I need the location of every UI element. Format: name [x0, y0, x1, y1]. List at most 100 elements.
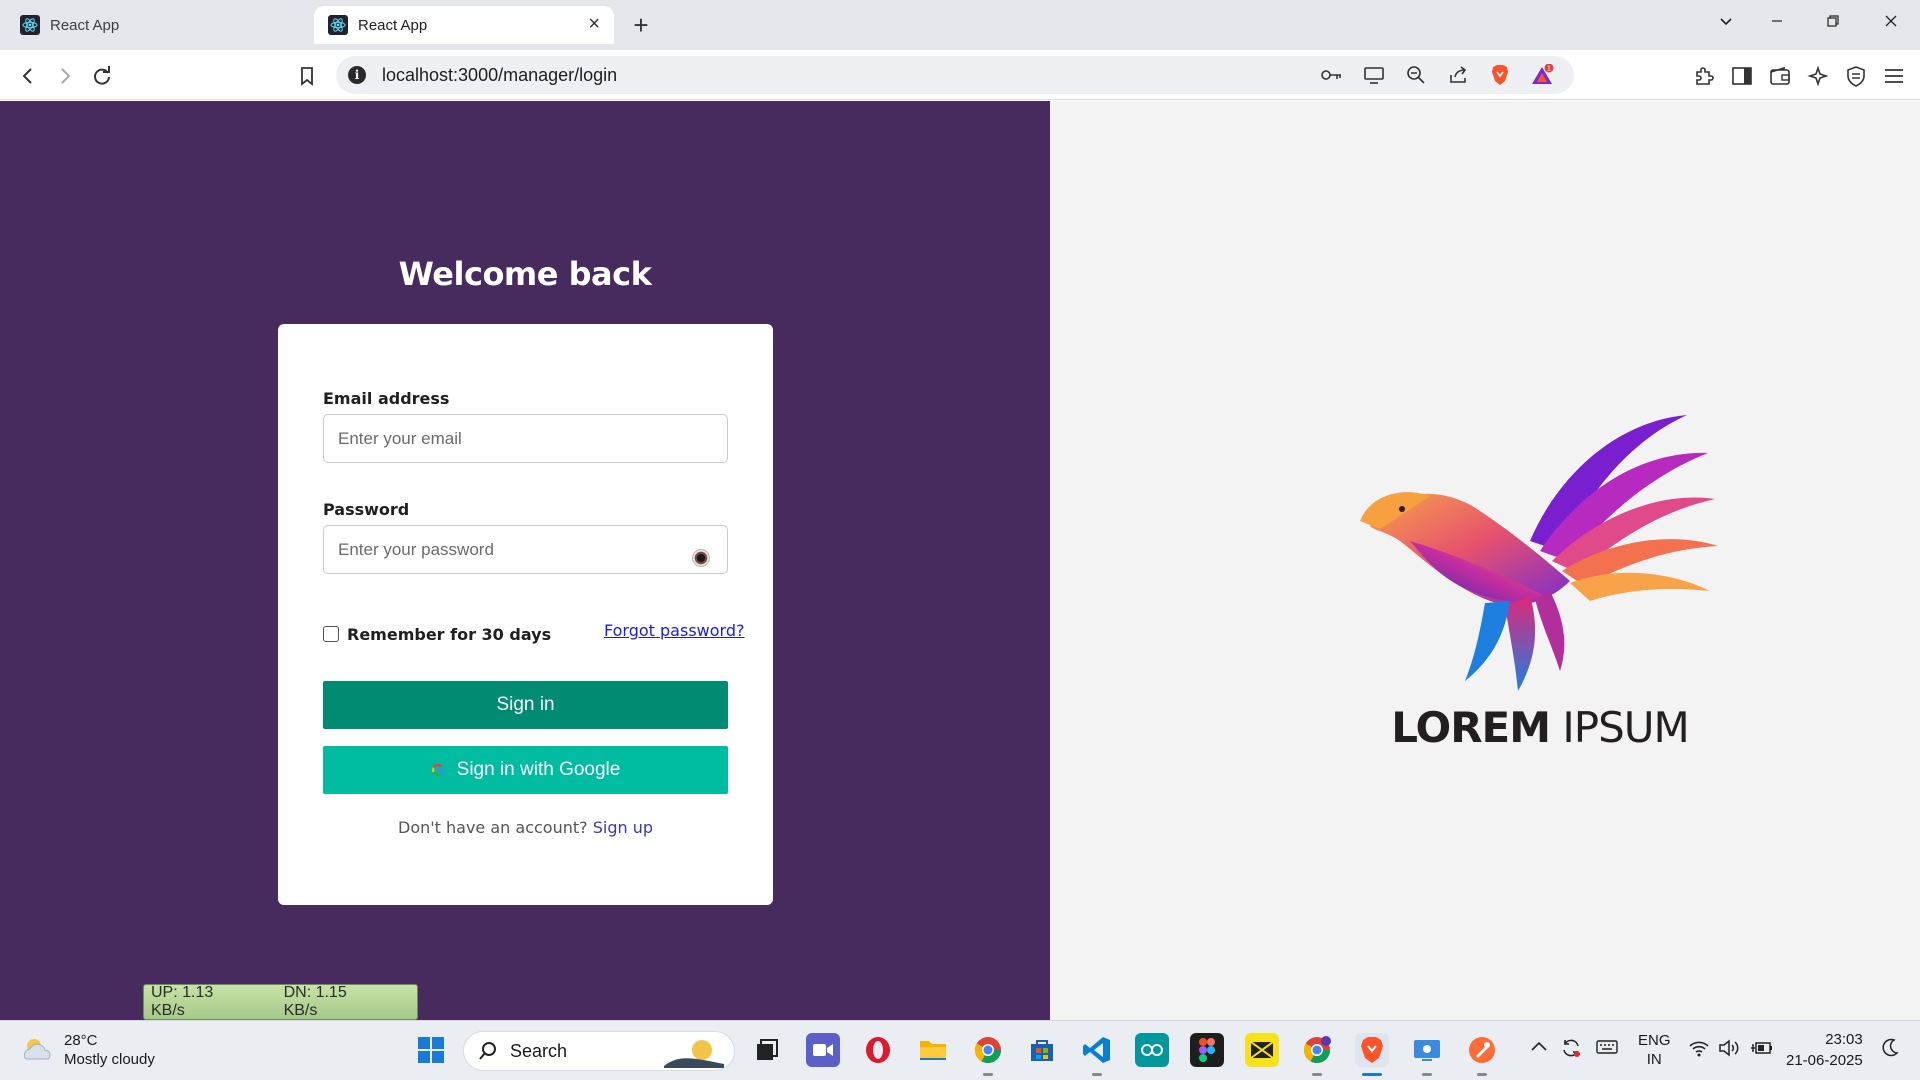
- volume-icon[interactable]: [1718, 1039, 1740, 1061]
- sign-in-label: Sign in: [496, 694, 555, 715]
- brave-browser-icon[interactable]: [1355, 1033, 1389, 1067]
- close-tab-icon[interactable]: ×: [588, 14, 600, 34]
- tab-bar: React App React App × +: [0, 0, 1920, 50]
- quiet-mode-moon-icon[interactable]: [1880, 1037, 1900, 1063]
- react-icon: [328, 15, 348, 35]
- cloudy-weather-icon: [23, 1039, 51, 1060]
- email-field[interactable]: [323, 414, 728, 463]
- signup-prompt-line: Don't have an account? Sign up: [278, 818, 773, 837]
- new-tab-button[interactable]: +: [626, 10, 656, 40]
- vpn-shield-icon[interactable]: [1842, 62, 1870, 90]
- tab-title: React App: [358, 16, 428, 34]
- language-indicator[interactable]: ENG IN: [1638, 1031, 1671, 1069]
- login-pane: Welcome back Email address Password Reme…: [0, 101, 1050, 1020]
- file-explorer-icon[interactable]: [916, 1033, 950, 1067]
- signup-prompt: Don't have an account?: [398, 818, 588, 837]
- google-icon: [431, 764, 444, 777]
- show-hidden-icons-chevron-icon[interactable]: [1530, 1039, 1548, 1056]
- clock-time: 23:03: [1825, 1031, 1863, 1048]
- back-arrow-icon[interactable]: [14, 62, 42, 90]
- login-card: Email address Password Remember for 30 d…: [278, 324, 773, 905]
- notification-count: 1: [1547, 66, 1551, 73]
- chrome-icon[interactable]: [971, 1033, 1005, 1067]
- language-code: ENG: [1638, 1032, 1671, 1049]
- running-indicator: [1422, 1073, 1432, 1076]
- url-text[interactable]: localhost:3000/manager/login: [382, 65, 617, 86]
- leo-ai-icon[interactable]: [1804, 62, 1832, 90]
- weather-widget[interactable]: 28°C Mostly cloudy: [20, 1031, 155, 1069]
- react-icon: [20, 15, 40, 35]
- upload-speed: UP: 1.13 KB/s: [151, 984, 214, 1019]
- vscode-icon[interactable]: [1080, 1033, 1114, 1067]
- brand-wordmark: LOREM IPSUM: [1330, 703, 1750, 752]
- keyboard-icon[interactable]: [1596, 1039, 1618, 1059]
- system-clock[interactable]: 23:03 21-06-2025: [1786, 1029, 1863, 1071]
- taskbar-search[interactable]: Search: [463, 1031, 735, 1071]
- brave-shield-icon[interactable]: [1488, 64, 1512, 86]
- battery-icon[interactable]: [1750, 1039, 1774, 1061]
- weather-temp: 28°C: [64, 1032, 98, 1049]
- menu-icon[interactable]: [1880, 62, 1908, 90]
- show-password-eye-icon[interactable]: [692, 549, 710, 567]
- wallet-icon[interactable]: [1766, 62, 1794, 90]
- wifi-icon[interactable]: [1688, 1039, 1710, 1061]
- screen-recorder-icon[interactable]: [1410, 1033, 1444, 1067]
- teams-meet-icon[interactable]: [806, 1033, 840, 1067]
- brand-pane: LOREM IPSUM: [1050, 101, 1920, 1020]
- tab-search-chevron-icon[interactable]: [1711, 12, 1741, 35]
- bookmark-icon[interactable]: [293, 62, 321, 90]
- microsoft-store-icon[interactable]: [1025, 1033, 1059, 1067]
- sign-up-link[interactable]: Sign up: [593, 818, 653, 837]
- arduino-icon[interactable]: [1135, 1033, 1169, 1067]
- cast-icon[interactable]: [1362, 64, 1386, 86]
- sidebar-icon[interactable]: [1728, 62, 1756, 90]
- google-sign-in-button[interactable]: Sign in with Google: [323, 746, 728, 794]
- forward-arrow-icon[interactable]: [51, 62, 79, 90]
- address-bar[interactable]: i localhost:3000/manager/login 1: [336, 56, 1574, 94]
- tab-title: React App: [50, 16, 120, 34]
- figma-icon[interactable]: [1190, 1033, 1224, 1067]
- extensions-icon[interactable]: [1690, 62, 1718, 90]
- brave-rewards-icon[interactable]: 1: [1530, 64, 1554, 86]
- brand-wordmark-bold: LOREM: [1391, 703, 1551, 752]
- restore-button[interactable]: [1818, 12, 1848, 35]
- zoom-out-icon[interactable]: [1404, 64, 1428, 86]
- password-label: Password: [323, 500, 410, 519]
- sign-in-button[interactable]: Sign in: [323, 681, 728, 729]
- browser-toolbar: i localhost:3000/manager/login 1: [0, 50, 1920, 100]
- search-highlight-icon: [664, 1040, 724, 1068]
- taskbar: 28°C Mostly cloudy Search ENG IN 23:03 2…: [0, 1020, 1920, 1080]
- minimize-button[interactable]: [1762, 12, 1792, 35]
- windows-start-icon[interactable]: [414, 1033, 448, 1067]
- forgot-password-link[interactable]: Forgot password?: [604, 621, 744, 640]
- running-indicator: [1092, 1073, 1102, 1076]
- clock-date: 21-06-2025: [1786, 1052, 1863, 1069]
- share-icon[interactable]: [1446, 64, 1470, 86]
- tab-react-app-1[interactable]: React App: [6, 6, 306, 44]
- running-indicator: [983, 1073, 993, 1076]
- reload-icon[interactable]: [88, 62, 116, 90]
- tab-react-app-2[interactable]: React App ×: [314, 6, 614, 44]
- key-icon[interactable]: [1320, 64, 1344, 86]
- bird-logo-icon: [1360, 415, 1718, 691]
- download-speed: DN: 1.15 KB/s: [283, 984, 347, 1019]
- movie-app-icon[interactable]: [1245, 1033, 1279, 1067]
- task-view-icon[interactable]: [750, 1033, 784, 1067]
- password-field[interactable]: [323, 525, 728, 574]
- postman-icon[interactable]: [1465, 1033, 1499, 1067]
- google-sign-in-label: Sign in with Google: [456, 759, 621, 780]
- close-window-button[interactable]: [1876, 12, 1906, 35]
- site-info-icon[interactable]: i: [348, 66, 366, 84]
- brand-wordmark-light: IPSUM: [1562, 703, 1689, 752]
- page-title: Welcome back: [398, 255, 652, 293]
- running-indicator: [1312, 1073, 1322, 1076]
- network-speed-meter: UP: 1.13 KB/s DN: 1.15 KB/s: [143, 984, 418, 1020]
- opera-icon[interactable]: [861, 1033, 895, 1067]
- search-label: Search: [510, 1040, 568, 1061]
- chrome-profile-icon[interactable]: [1300, 1033, 1334, 1067]
- region-code: IN: [1646, 1051, 1662, 1068]
- remember-label: Remember for 30 days: [347, 625, 552, 644]
- sync-icon[interactable]: [1560, 1037, 1582, 1063]
- remember-checkbox[interactable]: [323, 626, 339, 642]
- search-icon: [479, 1042, 496, 1060]
